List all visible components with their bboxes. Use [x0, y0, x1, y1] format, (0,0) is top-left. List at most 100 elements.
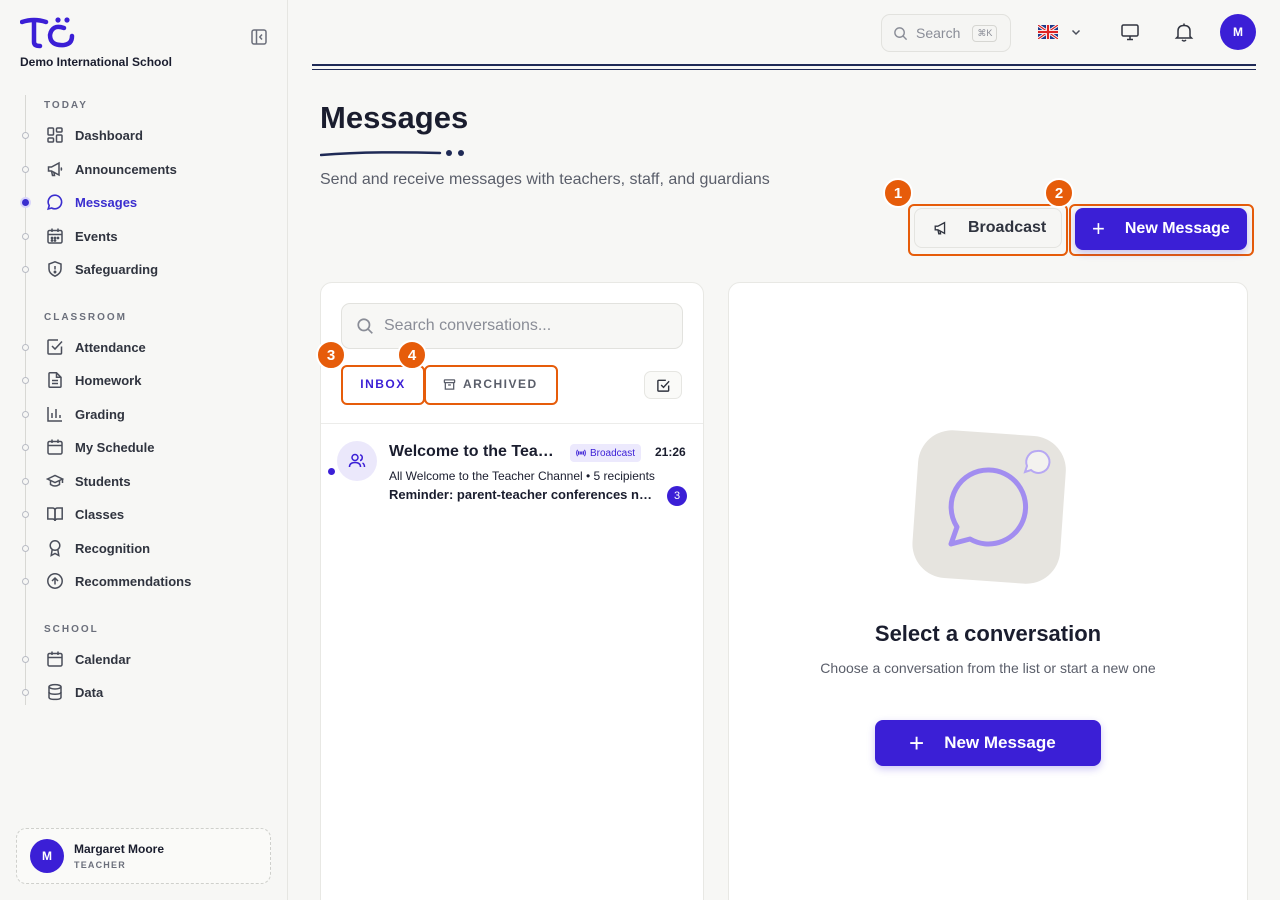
header-user-avatar[interactable]: M [1220, 14, 1256, 50]
sidebar-item-label: Recognition [75, 540, 151, 556]
message-icon [47, 194, 63, 211]
sidebar-item-recommendations[interactable]: Recommendations [22, 567, 272, 595]
sidebar-item-calendar[interactable]: Calendar [22, 645, 272, 673]
database-icon [48, 683, 62, 701]
nav-section-classroom: CLASSROOM [44, 312, 127, 323]
sidebar-item-classes[interactable]: Classes [22, 500, 272, 528]
page-title: Messages [320, 100, 469, 135]
conversation-item[interactable]: Welcome to the Teacher Channel Broadcast… [321, 431, 703, 507]
calendar-icon [47, 651, 63, 667]
megaphone-icon [47, 161, 63, 177]
monitor-icon[interactable] [1119, 21, 1141, 43]
conversation-search-input[interactable] [384, 317, 664, 335]
sidebar-item-data[interactable]: Data [22, 678, 272, 706]
user-profile-card[interactable]: M Margaret Moore TEACHER [16, 828, 271, 884]
archive-icon [443, 378, 456, 390]
app-logo[interactable] [20, 16, 76, 50]
title-underline-decoration [320, 150, 464, 157]
sidebar-item-label: Grading [75, 406, 125, 422]
search-icon [894, 26, 908, 40]
sidebar-item-messages[interactable]: Messages [22, 188, 272, 216]
megaphone-icon [934, 221, 946, 235]
broadcast-icon [576, 449, 586, 457]
nav-dot [22, 232, 29, 240]
shield-icon [48, 261, 62, 278]
conversation-tag-label: Broadcast [590, 447, 636, 459]
unread-indicator [328, 468, 335, 475]
calendar-icon [47, 439, 63, 455]
new-message-button[interactable]: + New Message [1075, 208, 1247, 250]
annotation-badge-1: 1 [883, 178, 913, 208]
collapse-sidebar-icon[interactable] [250, 28, 268, 46]
award-icon [49, 539, 61, 557]
nav-dot [22, 510, 29, 518]
empty-state-new-message-button[interactable]: + New Message [875, 720, 1101, 766]
conversation-preview: Reminder: parent-teacher conferences nex… [389, 487, 659, 502]
global-search-label: Search [916, 25, 961, 41]
sidebar-item-dashboard[interactable]: Dashboard [22, 121, 272, 149]
nav-dot [22, 410, 29, 418]
sidebar-item-label: My Schedule [75, 439, 155, 455]
tab-archived-label: ARCHIVED [463, 377, 538, 391]
sidebar-item-label: Dashboard [75, 127, 143, 143]
sidebar-item-label: Safeguarding [75, 261, 159, 277]
sidebar-item-recognition[interactable]: Recognition [22, 534, 272, 562]
user-role: TEACHER [74, 860, 126, 870]
conversation-meta: All Welcome to the Teacher Channel • 5 r… [389, 469, 655, 483]
search-shortcut: ⌘K [972, 24, 998, 42]
conversation-search[interactable] [341, 303, 683, 349]
nav-dot-active [22, 198, 29, 206]
annotation-badge-3: 3 [316, 340, 346, 370]
plus-icon: + [1092, 216, 1105, 241]
empty-state-subtitle: Choose a conversation from the list or s… [820, 660, 1156, 676]
dashboard-icon [47, 127, 63, 143]
tab-inbox[interactable]: INBOX [345, 369, 421, 399]
bell-icon[interactable] [1173, 21, 1195, 43]
sidebar-item-attendance[interactable]: Attendance [22, 333, 272, 361]
plus-icon: + [909, 728, 925, 758]
nav-section-today: TODAY [44, 100, 88, 111]
sidebar-item-label: Homework [75, 372, 142, 388]
select-conversations-button[interactable] [644, 371, 682, 399]
sidebar-item-students[interactable]: Students [22, 467, 272, 495]
group-avatar [337, 441, 377, 481]
sidebar-item-label: Announcements [75, 161, 177, 177]
sidebar-item-label: Recommendations [75, 573, 192, 589]
sidebar-item-label: Attendance [75, 339, 146, 355]
arrow-up-circle-icon [47, 573, 63, 589]
sidebar-item-homework[interactable]: Homework [22, 366, 272, 394]
sidebar-item-events[interactable]: Events [22, 222, 272, 250]
broadcast-button[interactable]: Broadcast [914, 208, 1062, 248]
uk-flag-icon [1038, 25, 1058, 39]
header-divider [312, 64, 1256, 70]
empty-state-title: Select a conversation [874, 621, 1102, 646]
nav-dot [22, 688, 29, 696]
sidebar-item-my-schedule[interactable]: My Schedule [22, 433, 272, 461]
book-icon [47, 507, 63, 522]
nav-dot [22, 376, 29, 384]
tab-archived[interactable]: ARCHIVED [429, 369, 555, 399]
language-selector[interactable] [1038, 22, 1088, 42]
annotation-badge-4: 4 [397, 340, 427, 370]
sidebar-item-announcements[interactable]: Announcements [22, 155, 272, 183]
nav-dot [22, 477, 29, 485]
empty-state-new-message-label: New Message [944, 733, 1056, 752]
conversation-time: 21:26 [655, 445, 686, 459]
nav-dot [22, 343, 29, 351]
calendar-icon [47, 228, 63, 244]
sidebar-item-label: Events [75, 228, 118, 244]
list-divider [321, 423, 703, 424]
sidebar-item-label: Data [75, 684, 104, 700]
sidebar-item-grading[interactable]: Grading [22, 400, 272, 428]
new-message-label: New Message [1124, 220, 1230, 237]
sidebar-item-safeguarding[interactable]: Safeguarding [22, 255, 272, 283]
school-name: Demo International School [20, 55, 173, 69]
sidebar: Demo International School TODAY CLASSROO… [0, 0, 288, 900]
annotation-badge-2: 2 [1044, 178, 1074, 208]
page-subtitle: Send and receive messages with teachers,… [320, 171, 770, 188]
user-name: Margaret Moore [74, 842, 165, 856]
global-search-button[interactable]: Search ⌘K [881, 14, 1011, 52]
bar-chart-icon [47, 407, 62, 422]
users-icon [348, 453, 366, 468]
broadcast-label: Broadcast [968, 219, 1047, 236]
